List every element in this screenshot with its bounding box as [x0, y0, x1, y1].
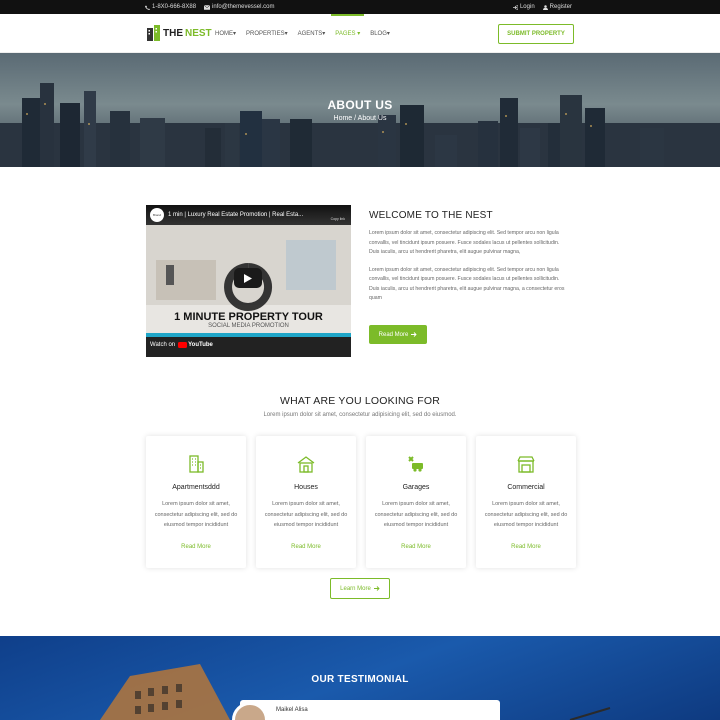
nav-item-home[interactable]: HOME▾ [215, 30, 236, 37]
video-title[interactable]: 1 min | Luxury Real Estate Promotion | R… [168, 212, 303, 218]
breadcrumb-home[interactable]: Home [334, 115, 353, 122]
card-description: Lorem ipsum dolor sit amet, consectetur … [374, 501, 458, 528]
nav-item-label: PROPERTIES [246, 31, 285, 37]
testimonial-section: OUR TESTIMONIAL Maikel Alisa [0, 636, 720, 720]
login-label: Login [519, 4, 535, 10]
building-logo-icon [147, 25, 160, 41]
watch-on-youtube[interactable]: Watch on YouTube [150, 342, 213, 348]
nav-item-properties[interactable]: PROPERTIES▾ [246, 30, 288, 37]
top-bar: 1-8X0-666-8X88 info@themevessel.com Logi… [0, 0, 720, 14]
learn-more-button[interactable]: Learn More [330, 578, 390, 599]
user-icon [542, 4, 548, 10]
arrow-right-icon [373, 586, 380, 591]
welcome-title: WELCOME TO THE NEST [369, 210, 493, 221]
channel-avatar: Brand [150, 208, 164, 222]
category-card-commercial[interactable]: Commercial Lorem ipsum dolor sit amet, c… [476, 436, 576, 568]
nav-item-blog[interactable]: BLOG▾ [370, 30, 390, 37]
testimonial-title: OUR TESTIMONIAL [311, 674, 409, 685]
garage-icon [408, 456, 423, 472]
category-card-houses[interactable]: Houses Lorem ipsum dolor sit amet, conse… [256, 436, 356, 568]
email-address[interactable]: info@themevessel.com [212, 4, 274, 10]
nav-item-label: HOME [215, 31, 233, 37]
video-headline: 1 MINUTE PROPERTY TOUR [174, 311, 323, 323]
site-logo[interactable]: THE NEST [147, 25, 212, 41]
envelope-icon [204, 4, 211, 10]
commercial-icon [517, 456, 535, 473]
nav-item-pages[interactable]: PAGES ▾ [331, 14, 365, 37]
login-icon [512, 4, 518, 10]
card-description: Lorem ipsum dolor sit amet, consectetur … [264, 501, 348, 528]
breadcrumb-current: About Us [357, 115, 387, 122]
card-title: Apartmentsddd [172, 484, 220, 491]
card-read-more-link[interactable]: Read More [476, 544, 576, 550]
youtube-wordmark: YouTube [188, 342, 213, 348]
nav-item-label: BLOG [370, 31, 387, 37]
phone-icon [145, 5, 150, 10]
nav-item-label: PAGES [335, 31, 356, 37]
submit-property-button[interactable]: SUBMIT PROPERTY [498, 24, 574, 44]
card-title: Houses [294, 484, 318, 491]
read-more-label: Read More [378, 331, 409, 338]
register-link[interactable]: Register [542, 4, 572, 10]
email-contact: info@themevessel.com [204, 4, 274, 10]
card-description: Lorem ipsum dolor sit amet, consectetur … [484, 501, 568, 528]
welcome-section: WELCOME TO THE NEST Lorem ipsum dolor si… [369, 210, 569, 312]
phone-contact: 1-8X0-666-8X88 [145, 4, 196, 10]
page-hero-banner: ABOUT US Home / About Us [0, 53, 720, 167]
card-read-more-link[interactable]: Read More [146, 544, 246, 550]
youtube-logo-icon: YouTube [178, 342, 213, 348]
card-title: Commercial [507, 484, 545, 491]
testimonial-name: Maikel Alisa [276, 707, 308, 713]
arrow-right-icon [411, 332, 417, 337]
page-title: ABOUT US [327, 98, 393, 112]
category-card-garages[interactable]: Garages Lorem ipsum dolor sit amet, cons… [366, 436, 466, 568]
main-navbar: THE NEST HOME▾ PROPERTIES▾ AGENTS▾ PAGES … [0, 14, 720, 53]
copy-link[interactable]: Copy link [331, 217, 345, 221]
card-title: Garages [402, 484, 430, 491]
learn-more-label: Learn More [340, 585, 371, 592]
apartment-icon [189, 455, 204, 473]
video-title-bar: Brand 1 min | Luxury Real Estate Promoti… [146, 205, 351, 225]
logo-nest: NEST [185, 27, 212, 39]
section-title: WHAT ARE YOU LOOKING FOR [280, 395, 440, 407]
play-icon [244, 273, 252, 283]
logo-the: THE [163, 27, 183, 39]
breadcrumb-separator: / [354, 115, 357, 122]
nav-item-label: AGENTS [297, 31, 323, 37]
login-link[interactable]: Login [512, 4, 535, 10]
play-button[interactable] [234, 268, 262, 288]
nav-item-agents[interactable]: AGENTS▾ [298, 30, 326, 37]
card-read-more-link[interactable]: Read More [256, 544, 356, 550]
category-card-apartments[interactable]: Apartmentsddd Lorem ipsum dolor sit amet… [146, 436, 246, 568]
house-icon [297, 456, 315, 473]
section-subtitle: Lorem ipsum dolor sit amet, consectetur … [263, 412, 457, 418]
testimonial-card: Maikel Alisa [232, 700, 500, 720]
phone-number[interactable]: 1-8X0-666-8X88 [152, 4, 196, 10]
card-description: Lorem ipsum dolor sit amet, consectetur … [154, 501, 238, 528]
read-more-button[interactable]: Read More [369, 325, 427, 344]
watch-on-label: Watch on [150, 342, 176, 348]
card-read-more-link[interactable]: Read More [366, 544, 466, 550]
youtube-video-embed[interactable]: Brand 1 min | Luxury Real Estate Promoti… [146, 205, 351, 357]
breadcrumb: Home / About Us [0, 115, 720, 122]
welcome-paragraph-2: Lorem ipsum dolor sit amet, consectetur … [369, 266, 565, 302]
nav-menu: HOME▾ PROPERTIES▾ AGENTS▾ PAGES ▾ BLOG▾ [215, 14, 390, 37]
welcome-paragraph-1: Lorem ipsum dolor sit amet, consectetur … [369, 230, 560, 255]
video-subheadline: SOCIAL MEDIA PROMOTION [208, 323, 289, 329]
register-label: Register [549, 4, 572, 10]
